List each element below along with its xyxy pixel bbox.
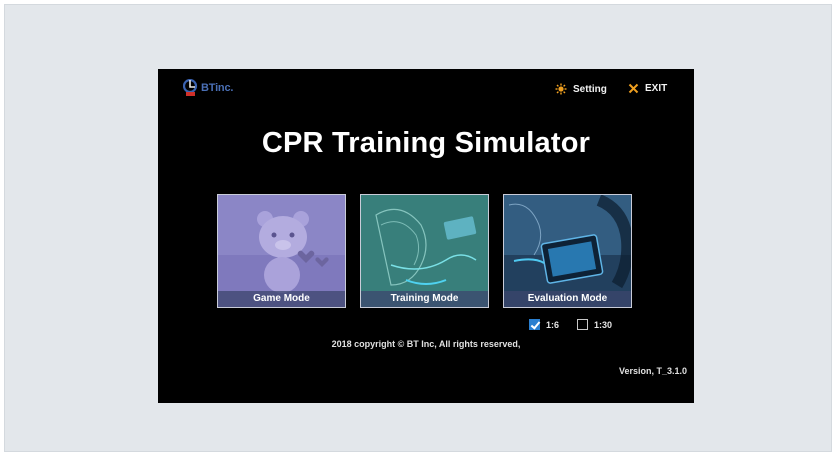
evaluation-mode-label: Evaluation Mode: [504, 291, 631, 307]
copyright-text: 2018 copyright © BT Inc, All rights rese…: [331, 339, 521, 349]
logo-text: BTinc.: [201, 82, 234, 94]
setting-label: Setting: [573, 83, 607, 95]
bt-logo-icon: [183, 79, 198, 96]
app-screen: BTinc. Setting EXIT CPR Training Simulat…: [158, 69, 694, 403]
setting-button[interactable]: Setting: [555, 83, 607, 95]
ratio-1-6-checkbox[interactable]: [529, 319, 540, 330]
compression-ratio-options: 1:6 1:30: [529, 319, 612, 330]
evaluation-mode-button[interactable]: Evaluation Mode: [503, 194, 632, 308]
ratio-1-30-checkbox[interactable]: [577, 319, 589, 330]
ratio-1-6-label: 1:6: [546, 319, 560, 330]
game-mode-button[interactable]: Game Mode: [217, 194, 346, 308]
ratio-1-30-label: 1:30: [594, 319, 613, 330]
close-icon: [628, 83, 639, 94]
gear-icon: [555, 83, 567, 95]
version-text: Version, T_3.1.0: [618, 366, 687, 376]
exit-button[interactable]: EXIT: [628, 83, 667, 94]
app-title: CPR Training Simulator: [261, 127, 591, 159]
page-background: BTinc. Setting EXIT CPR Training Simulat…: [4, 4, 832, 452]
training-mode-label: Training Mode: [361, 291, 488, 307]
game-mode-label: Game Mode: [218, 291, 345, 307]
company-logo: BTinc.: [183, 79, 233, 97]
training-mode-button[interactable]: Training Mode: [360, 194, 489, 308]
exit-label: EXIT: [645, 83, 668, 94]
